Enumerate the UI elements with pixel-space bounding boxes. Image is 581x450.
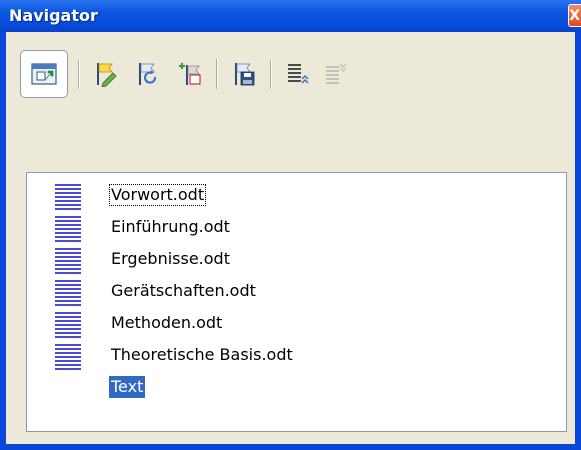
- toolbar-separator: [78, 59, 80, 89]
- document-lines-icon: [55, 280, 81, 306]
- list-item-label: Theoretische Basis.odt: [111, 345, 293, 364]
- list-item-label: Gerätschaften.odt: [111, 281, 256, 300]
- move-up-icon: [288, 64, 309, 84]
- close-button[interactable]: X: [568, 4, 581, 27]
- toolbar-separator: [270, 59, 272, 89]
- save-as-button[interactable]: [220, 50, 268, 98]
- document-lines-icon: [55, 312, 81, 338]
- edit-button[interactable]: [82, 50, 130, 98]
- move-down-icon: [326, 63, 347, 84]
- list-item[interactable]: Einführung.odt: [55, 213, 556, 243]
- update-icon: [139, 63, 157, 85]
- update-button[interactable]: [124, 50, 172, 98]
- list-item-label: Methoden.odt: [111, 313, 223, 332]
- toggle-icon: [31, 63, 57, 85]
- list-item-label: Vorwort.odt: [109, 184, 207, 206]
- insert-button[interactable]: [166, 50, 214, 98]
- list-item[interactable]: Text: [55, 373, 556, 403]
- toolbar: [20, 50, 555, 102]
- list-item[interactable]: Methoden.odt: [55, 309, 556, 339]
- window-title: Navigator: [9, 6, 98, 25]
- move-down-button[interactable]: [312, 50, 360, 98]
- toggle-button[interactable]: [20, 50, 68, 98]
- document-lines-icon: [55, 248, 81, 274]
- document-lines-icon: [55, 216, 81, 242]
- list-item[interactable]: Ergebnisse.odt: [55, 245, 556, 275]
- document-lines-icon: [55, 184, 81, 210]
- list-item[interactable]: Vorwort.odt: [55, 181, 556, 211]
- list-item-label: Ergebnisse.odt: [111, 249, 230, 268]
- list-item[interactable]: Theoretische Basis.odt: [55, 341, 556, 371]
- list-item-label: Einführung.odt: [111, 217, 230, 236]
- title-bar[interactable]: Navigator X: [0, 0, 581, 32]
- document-list[interactable]: Vorwort.odt Einführung.odt Ergebnisse.od…: [26, 172, 567, 432]
- insert-icon: [179, 63, 201, 85]
- edit-icon: [97, 63, 117, 87]
- close-icon: X: [569, 8, 580, 24]
- save-as-icon: [235, 63, 255, 86]
- navigator-window: Navigator X Vorwort.odt Einführung.odt E…: [0, 0, 581, 450]
- document-lines-icon: [55, 344, 81, 370]
- navigator-client-area: Vorwort.odt Einführung.odt Ergebnisse.od…: [6, 32, 575, 444]
- list-item-label: Text: [109, 376, 146, 398]
- list-item[interactable]: Gerätschaften.odt: [55, 277, 556, 307]
- toolbar-separator: [216, 59, 218, 89]
